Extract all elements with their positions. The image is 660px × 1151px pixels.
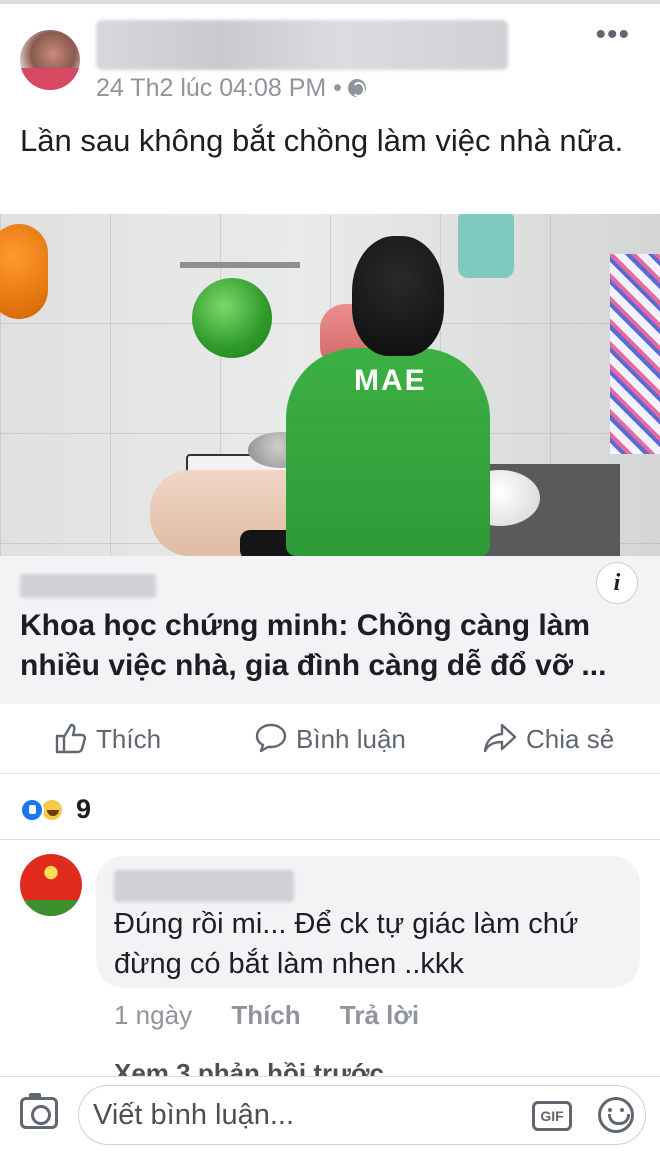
photo-helmet [0,224,48,319]
comment-meta: 1 ngày Thích Trả lời [114,1000,451,1031]
like-button[interactable]: Thích [54,722,161,756]
author-name-blurred[interactable] [96,20,508,70]
photo-floral-cloth [610,254,660,454]
thumbs-up-icon [55,723,87,754]
like-reaction-icon [20,798,44,822]
link-preview[interactable]: i Khoa học chứng minh: Chồng càng làm nh… [0,556,660,704]
more-horizontal-icon[interactable]: ••• [595,20,630,50]
post-text: Lần sau không bắt chồng làm việc nhà nữa… [20,123,624,158]
comment-icon [255,723,287,753]
post-timestamp[interactable]: 24 Th2 lúc 04:08 PM • [96,74,366,103]
reaction-count: 9 [76,794,92,824]
share-icon [483,723,517,753]
photo-man-head [352,236,444,356]
post-header: 24 Th2 lúc 04:08 PM • ••• [0,4,660,104]
emoji-icon[interactable] [598,1097,634,1133]
photo-shelf [180,262,300,268]
comment-composer: GIF [0,1076,660,1151]
comment-bubble[interactable]: Đúng rồi mi... Để ck tự giác làm chứ đừn… [96,856,640,988]
comment-time[interactable]: 1 ngày [114,1000,192,1030]
photo-green-bowl [192,278,272,358]
author-avatar[interactable] [20,30,80,90]
camera-icon[interactable] [20,1093,58,1129]
link-title[interactable]: Khoa học chứng minh: Chồng càng làm nhiề… [20,606,650,686]
globe-icon [347,79,366,97]
photo-shirt-logo: MAE [354,364,427,397]
info-icon[interactable]: i [596,562,638,604]
comment-reply-link[interactable]: Trả lời [340,1000,419,1030]
reactions-row[interactable]: 9 [0,776,660,840]
commenter-name-blurred[interactable] [114,870,294,902]
post-photo[interactable]: MAE [0,214,660,556]
comment-like-link[interactable]: Thích [231,1000,300,1030]
photo-towel [458,214,514,278]
comment-text: Đúng rồi mi... Để ck tự giác làm chứ đừn… [114,908,579,980]
share-button[interactable]: Chia sẻ [482,722,614,756]
commenter-avatar[interactable] [20,854,82,916]
post-actions: Thích Bình luận Chia sẻ [0,704,660,774]
link-source-blurred [20,574,156,598]
comment-button[interactable]: Bình luận [254,722,406,756]
gif-icon[interactable]: GIF [532,1101,572,1131]
